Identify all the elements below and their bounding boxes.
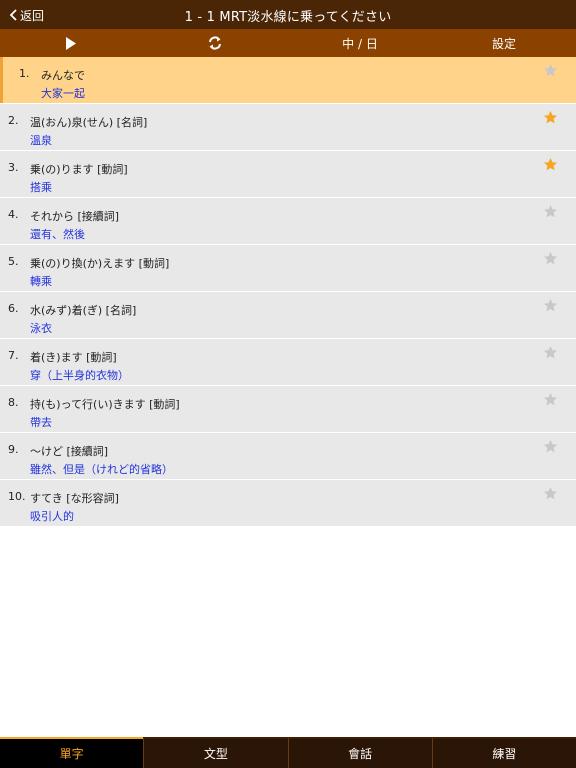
item-number: 2.	[8, 114, 19, 127]
tab-0[interactable]: 單字	[0, 737, 144, 768]
star-icon[interactable]	[543, 345, 558, 360]
list-item[interactable]: 5. 乗(の)り換(か)えます [動詞] 轉乘	[0, 245, 576, 292]
chinese-translation: 泳衣	[30, 322, 52, 335]
item-number: 3.	[8, 161, 19, 174]
item-number: 1.	[19, 67, 30, 80]
list-item[interactable]: 9. ～けど [接續詞] 雖然、但是（けれど的省略）	[0, 433, 576, 480]
play-icon	[66, 36, 76, 50]
refresh-icon	[209, 36, 221, 50]
item-number: 7.	[8, 349, 19, 362]
chinese-translation: 吸引人的	[30, 510, 74, 523]
play-button[interactable]	[58, 29, 84, 57]
tab-2[interactable]: 會話	[287, 737, 432, 768]
item-number: 5.	[8, 255, 19, 268]
list-item[interactable]: 4. それから [接續詞] 還有、然後	[0, 198, 576, 245]
item-number: 9.	[8, 443, 19, 456]
tab-3[interactable]: 練習	[431, 737, 576, 768]
list-item[interactable]: 3. 乗(の)ります [動詞] 搭乘	[0, 151, 576, 198]
page-title: 1 - 1 MRT淡水線に乗ってください	[184, 10, 392, 25]
star-icon[interactable]	[543, 298, 558, 313]
japanese-term: みんなで	[41, 69, 85, 82]
vocab-list: 1. みんなで大家一起 2. 温(おん)泉(せん) [名詞] 溫泉 3. 乗(の)ります […	[0, 57, 576, 527]
japanese-term: 持(も)って行(い)きます [動詞]	[30, 398, 180, 411]
star-icon[interactable]	[543, 392, 558, 407]
japanese-term: 水(みず)着(ぎ) [名詞]	[30, 304, 137, 317]
japanese-term: 乗(の)ります [動詞]	[30, 163, 128, 176]
chinese-translation: 穿（上半身的衣物）	[30, 369, 129, 382]
list-item[interactable]: 6. 水(みず)着(ぎ) [名詞] 泳衣	[0, 292, 576, 339]
list-item[interactable]: 1. みんなで大家一起	[0, 57, 576, 104]
japanese-term: すてき [な形容詞]	[30, 492, 119, 505]
list-item[interactable]: 7. 着(き)ます [動詞] 穿（上半身的衣物）	[0, 339, 576, 386]
item-number: 10.	[8, 490, 26, 503]
item-number: 6.	[8, 302, 19, 315]
star-icon[interactable]	[543, 157, 558, 172]
star-icon[interactable]	[543, 486, 558, 501]
chinese-translation: 轉乘	[30, 275, 52, 288]
japanese-term: 温(おん)泉(せん) [名詞]	[30, 116, 148, 129]
chinese-translation: 帶去	[30, 416, 52, 429]
chinese-translation: 雖然、但是（けれど的省略）	[30, 463, 173, 476]
selection-accent	[0, 57, 3, 103]
item-number: 8.	[8, 396, 19, 409]
star-icon[interactable]	[543, 439, 558, 454]
star-icon[interactable]	[543, 251, 558, 266]
japanese-term: それから [接續詞]	[30, 210, 120, 223]
tab-bar: 單字 文型 會話 練習	[0, 737, 576, 768]
toolbar: 中 / 日 設定	[0, 29, 576, 57]
chinese-translation: 大家一起	[41, 87, 85, 100]
star-icon[interactable]	[543, 63, 558, 78]
chinese-translation: 溫泉	[30, 134, 52, 147]
star-icon[interactable]	[543, 110, 558, 125]
japanese-term: ～けど [接續詞]	[30, 445, 109, 458]
list-item[interactable]: 10. すてき [な形容詞] 吸引人的	[0, 480, 576, 527]
language-toggle[interactable]: 中 / 日	[330, 29, 390, 57]
navigation-bar: 返回 1 - 1 MRT淡水線に乗ってください	[0, 0, 576, 29]
chinese-translation: 搭乘	[30, 181, 52, 194]
japanese-term: 乗(の)り換(か)えます [動詞]	[30, 257, 170, 270]
list-item[interactable]: 2. 温(おん)泉(せん) [名詞] 溫泉	[0, 104, 576, 151]
list-item[interactable]: 8. 持(も)って行(い)きます [動詞] 帶去	[0, 386, 576, 433]
chinese-translation: 還有、然後	[30, 228, 85, 241]
refresh-button[interactable]	[202, 29, 228, 57]
tab-1[interactable]: 文型	[143, 737, 288, 768]
japanese-term: 着(き)ます [動詞]	[30, 351, 117, 364]
item-number: 4.	[8, 208, 19, 221]
star-icon[interactable]	[543, 204, 558, 219]
settings-button[interactable]: 設定	[476, 29, 532, 57]
